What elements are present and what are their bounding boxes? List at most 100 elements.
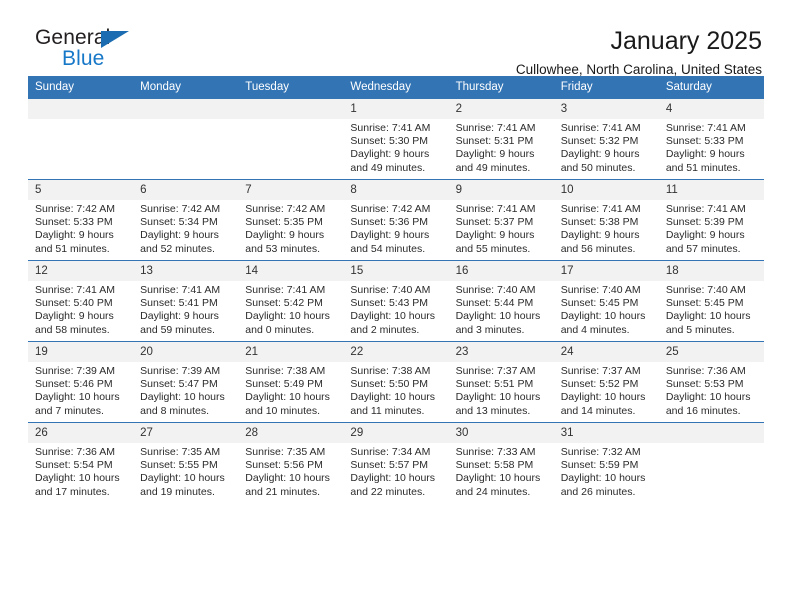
calendar-day-cell[interactable]: 1 Sunrise: 7:41 AM Sunset: 5:30 PM Daylight… — [343, 98, 449, 180]
calendar-day-cell[interactable]: 5 Sunrise: 7:42 AM Sunset: 5:33 PM Daylight… — [28, 179, 134, 261]
calendar-day-cell[interactable]: 18 Sunrise: 7:40 AM Sunset: 5:45 PM Dayligh… — [658, 260, 764, 342]
calendar-day-cell[interactable]: 22 Sunrise: 7:38 AM Sunset: 5:50 PM Dayligh… — [343, 341, 449, 423]
day-number: 7 — [238, 180, 344, 200]
day-info-line: Sunrise: 7:41 AM — [245, 284, 326, 296]
calendar-day-cell[interactable]: 12 Sunrise: 7:41 AM Sunset: 5:40 PM Dayligh… — [28, 260, 134, 342]
day-info-line: and 26 minutes. — [560, 485, 636, 498]
calendar-day-cell[interactable]: 14 Sunrise: 7:41 AM Sunset: 5:42 PM Dayligh… — [238, 260, 344, 342]
day-info-line: Sunrise: 7:41 AM — [35, 284, 115, 296]
day-info-line: Sunset: 5:50 PM — [350, 378, 429, 391]
calendar-grid: Sunday Monday Tuesday Wednesday Thursday Frid… — [28, 76, 764, 503]
day-info-line: Sunset: 5:47 PM — [140, 378, 218, 391]
calendar-empty-cell — [28, 98, 134, 180]
calendar-day-cell[interactable]: 7 Sunrise: 7:42 AM Sunset: 5:35 PM Daylight… — [238, 179, 344, 261]
day-sun-info: Sunrise: 7:41 AM Sunset: 5:38 PM Daylight:… — [554, 200, 659, 256]
calendar-day-cell[interactable]: 30 Sunrise: 7:33 AM Sunset: 5:58 PM Dayligh… — [448, 422, 554, 503]
day-info-line: Sunset: 5:45 PM — [665, 297, 744, 310]
page-subtitle: Cullowhee, North Carolina, United States — [515, 62, 762, 77]
calendar-day-cell[interactable]: 8 Sunrise: 7:42 AM Sunset: 5:36 PM Daylight… — [343, 179, 449, 261]
calendar-day-cell[interactable]: 29 Sunrise: 7:34 AM Sunset: 5:57 PM Dayligh… — [343, 422, 449, 503]
day-number: 15 — [343, 261, 449, 281]
day-sun-info: Sunrise: 7:40 AM Sunset: 5:45 PM Daylight:… — [659, 281, 764, 337]
day-info-line: and 56 minutes. — [560, 242, 636, 255]
day-info-line: and 11 minutes. — [350, 404, 425, 417]
day-info-line: Daylight: 10 hours — [665, 391, 751, 404]
day-number: 30 — [448, 423, 554, 443]
day-number: 23 — [448, 342, 554, 362]
calendar-week-row: 1 Sunrise: 7:41 AM Sunset: 5:30 PM Daylight… — [28, 98, 764, 180]
day-sun-info: Sunrise: 7:37 AM Sunset: 5:52 PM Daylight:… — [554, 362, 659, 418]
day-info-line: Daylight: 9 hours — [455, 229, 535, 242]
day-info-line: Sunrise: 7:41 AM — [455, 203, 536, 215]
day-info-line: Sunrise: 7:38 AM — [350, 365, 431, 377]
calendar-day-cell[interactable]: 25 Sunrise: 7:36 AM Sunset: 5:53 PM Dayligh… — [658, 341, 764, 423]
calendar-day-cell[interactable]: 9 Sunrise: 7:41 AM Sunset: 5:37 PM Daylight… — [448, 179, 554, 261]
day-info-line: Sunset: 5:43 PM — [350, 297, 429, 310]
day-info-line: Daylight: 10 hours — [245, 472, 330, 485]
day-info-line: Sunrise: 7:42 AM — [245, 203, 326, 215]
calendar-day-cell[interactable]: 10 Sunrise: 7:41 AM Sunset: 5:38 PM Dayligh… — [553, 179, 659, 261]
calendar-day-cell[interactable]: 2 Sunrise: 7:41 AM Sunset: 5:31 PM Daylight… — [448, 98, 554, 180]
calendar-week-row: 12 Sunrise: 7:41 AM Sunset: 5:40 PM Dayligh… — [28, 260, 764, 342]
calendar-day-cell[interactable]: 24 Sunrise: 7:37 AM Sunset: 5:52 PM Dayligh… — [553, 341, 659, 423]
day-info-line: and 59 minutes. — [140, 323, 215, 336]
day-number: 3 — [553, 99, 659, 119]
day-sun-info: Sunrise: 7:39 AM Sunset: 5:47 PM Daylight:… — [133, 362, 238, 418]
day-number: 8 — [343, 180, 449, 200]
calendar-day-cell[interactable]: 23 Sunrise: 7:37 AM Sunset: 5:51 PM Dayligh… — [448, 341, 554, 423]
day-sun-info: Sunrise: 7:41 AM Sunset: 5:42 PM Daylight:… — [238, 281, 343, 337]
day-info-line: Sunrise: 7:38 AM — [245, 365, 326, 377]
calendar-page: General Blue January 2025 Cullowhee, Nor… — [0, 0, 792, 612]
day-number: 13 — [133, 261, 239, 281]
day-info-line: Sunset: 5:53 PM — [665, 378, 744, 391]
calendar-day-cell[interactable]: 17 Sunrise: 7:40 AM Sunset: 5:45 PM Dayligh… — [553, 260, 659, 342]
calendar-day-cell[interactable]: 20 Sunrise: 7:39 AM Sunset: 5:47 PM Dayligh… — [133, 341, 239, 423]
calendar-day-cell[interactable]: 21 Sunrise: 7:38 AM Sunset: 5:49 PM Dayligh… — [238, 341, 344, 423]
calendar-day-cell[interactable]: 16 Sunrise: 7:40 AM Sunset: 5:44 PM Dayligh… — [448, 260, 554, 342]
day-number: 6 — [133, 180, 239, 200]
calendar-day-cell[interactable]: 27 Sunrise: 7:35 AM Sunset: 5:55 PM Dayligh… — [133, 422, 239, 503]
day-info-line: Daylight: 10 hours — [560, 310, 646, 323]
day-info-line: and 52 minutes. — [140, 242, 215, 255]
page-title: January 2025 — [610, 27, 762, 55]
calendar-day-cell[interactable]: 19 Sunrise: 7:39 AM Sunset: 5:46 PM Dayligh… — [28, 341, 134, 423]
day-number: 21 — [238, 342, 344, 362]
day-info-line: and 5 minutes. — [665, 323, 735, 336]
day-info-line: Sunset: 5:32 PM — [560, 135, 639, 148]
day-info-line: and 24 minutes. — [455, 485, 531, 498]
day-info-line: Sunrise: 7:41 AM — [665, 122, 746, 134]
day-info-line: Sunset: 5:51 PM — [455, 378, 534, 391]
day-info-line: Sunset: 5:36 PM — [350, 216, 429, 229]
calendar-day-cell[interactable]: 4 Sunrise: 7:41 AM Sunset: 5:33 PM Daylight… — [658, 98, 764, 180]
day-sun-info: Sunrise: 7:42 AM Sunset: 5:34 PM Daylight:… — [133, 200, 238, 256]
day-info-line: and 58 minutes. — [35, 323, 110, 336]
day-info-line: Daylight: 10 hours — [350, 391, 436, 404]
weekday-header-sunday: Sunday — [28, 76, 134, 99]
day-sun-info: Sunrise: 7:41 AM Sunset: 5:33 PM Daylight:… — [659, 119, 764, 175]
day-info-line: Sunset: 5:33 PM — [665, 135, 744, 148]
day-sun-info: Sunrise: 7:41 AM Sunset: 5:39 PM Daylight:… — [659, 200, 764, 256]
day-info-line: Sunrise: 7:41 AM — [560, 203, 641, 215]
day-sun-info: Sunrise: 7:36 AM Sunset: 5:53 PM Daylight:… — [659, 362, 764, 418]
day-info-line: Sunrise: 7:41 AM — [560, 122, 641, 134]
calendar-empty-cell — [133, 98, 239, 180]
day-info-line: Daylight: 9 hours — [455, 148, 535, 161]
calendar-day-cell[interactable]: 6 Sunrise: 7:42 AM Sunset: 5:34 PM Daylight… — [133, 179, 239, 261]
day-info-line: Daylight: 10 hours — [245, 310, 330, 323]
day-info-line: and 13 minutes. — [455, 404, 531, 417]
day-info-line: Daylight: 10 hours — [140, 472, 225, 485]
day-number: 2 — [448, 99, 554, 119]
calendar-day-cell[interactable]: 13 Sunrise: 7:41 AM Sunset: 5:41 PM Dayligh… — [133, 260, 239, 342]
day-info-line: Sunrise: 7:37 AM — [455, 365, 536, 377]
calendar-day-cell[interactable]: 3 Sunrise: 7:41 AM Sunset: 5:32 PM Daylight… — [553, 98, 659, 180]
calendar-day-cell[interactable]: 15 Sunrise: 7:40 AM Sunset: 5:43 PM Dayligh… — [343, 260, 449, 342]
calendar-day-cell[interactable]: 31 Sunrise: 7:32 AM Sunset: 5:59 PM Dayligh… — [553, 422, 659, 503]
calendar-day-cell[interactable]: 28 Sunrise: 7:35 AM Sunset: 5:56 PM Dayligh… — [238, 422, 344, 503]
day-sun-info: Sunrise: 7:34 AM Sunset: 5:57 PM Daylight:… — [343, 443, 448, 499]
calendar-body: 1 Sunrise: 7:41 AM Sunset: 5:30 PM Daylight… — [28, 98, 764, 503]
calendar-day-cell[interactable]: 26 Sunrise: 7:36 AM Sunset: 5:54 PM Dayligh… — [28, 422, 134, 503]
day-info-line: Sunrise: 7:42 AM — [350, 203, 431, 215]
general-blue-logo: General Blue — [28, 26, 140, 74]
calendar-day-cell[interactable]: 11 Sunrise: 7:41 AM Sunset: 5:39 PM Dayligh… — [658, 179, 764, 261]
day-sun-info: Sunrise: 7:39 AM Sunset: 5:46 PM Daylight:… — [28, 362, 133, 418]
